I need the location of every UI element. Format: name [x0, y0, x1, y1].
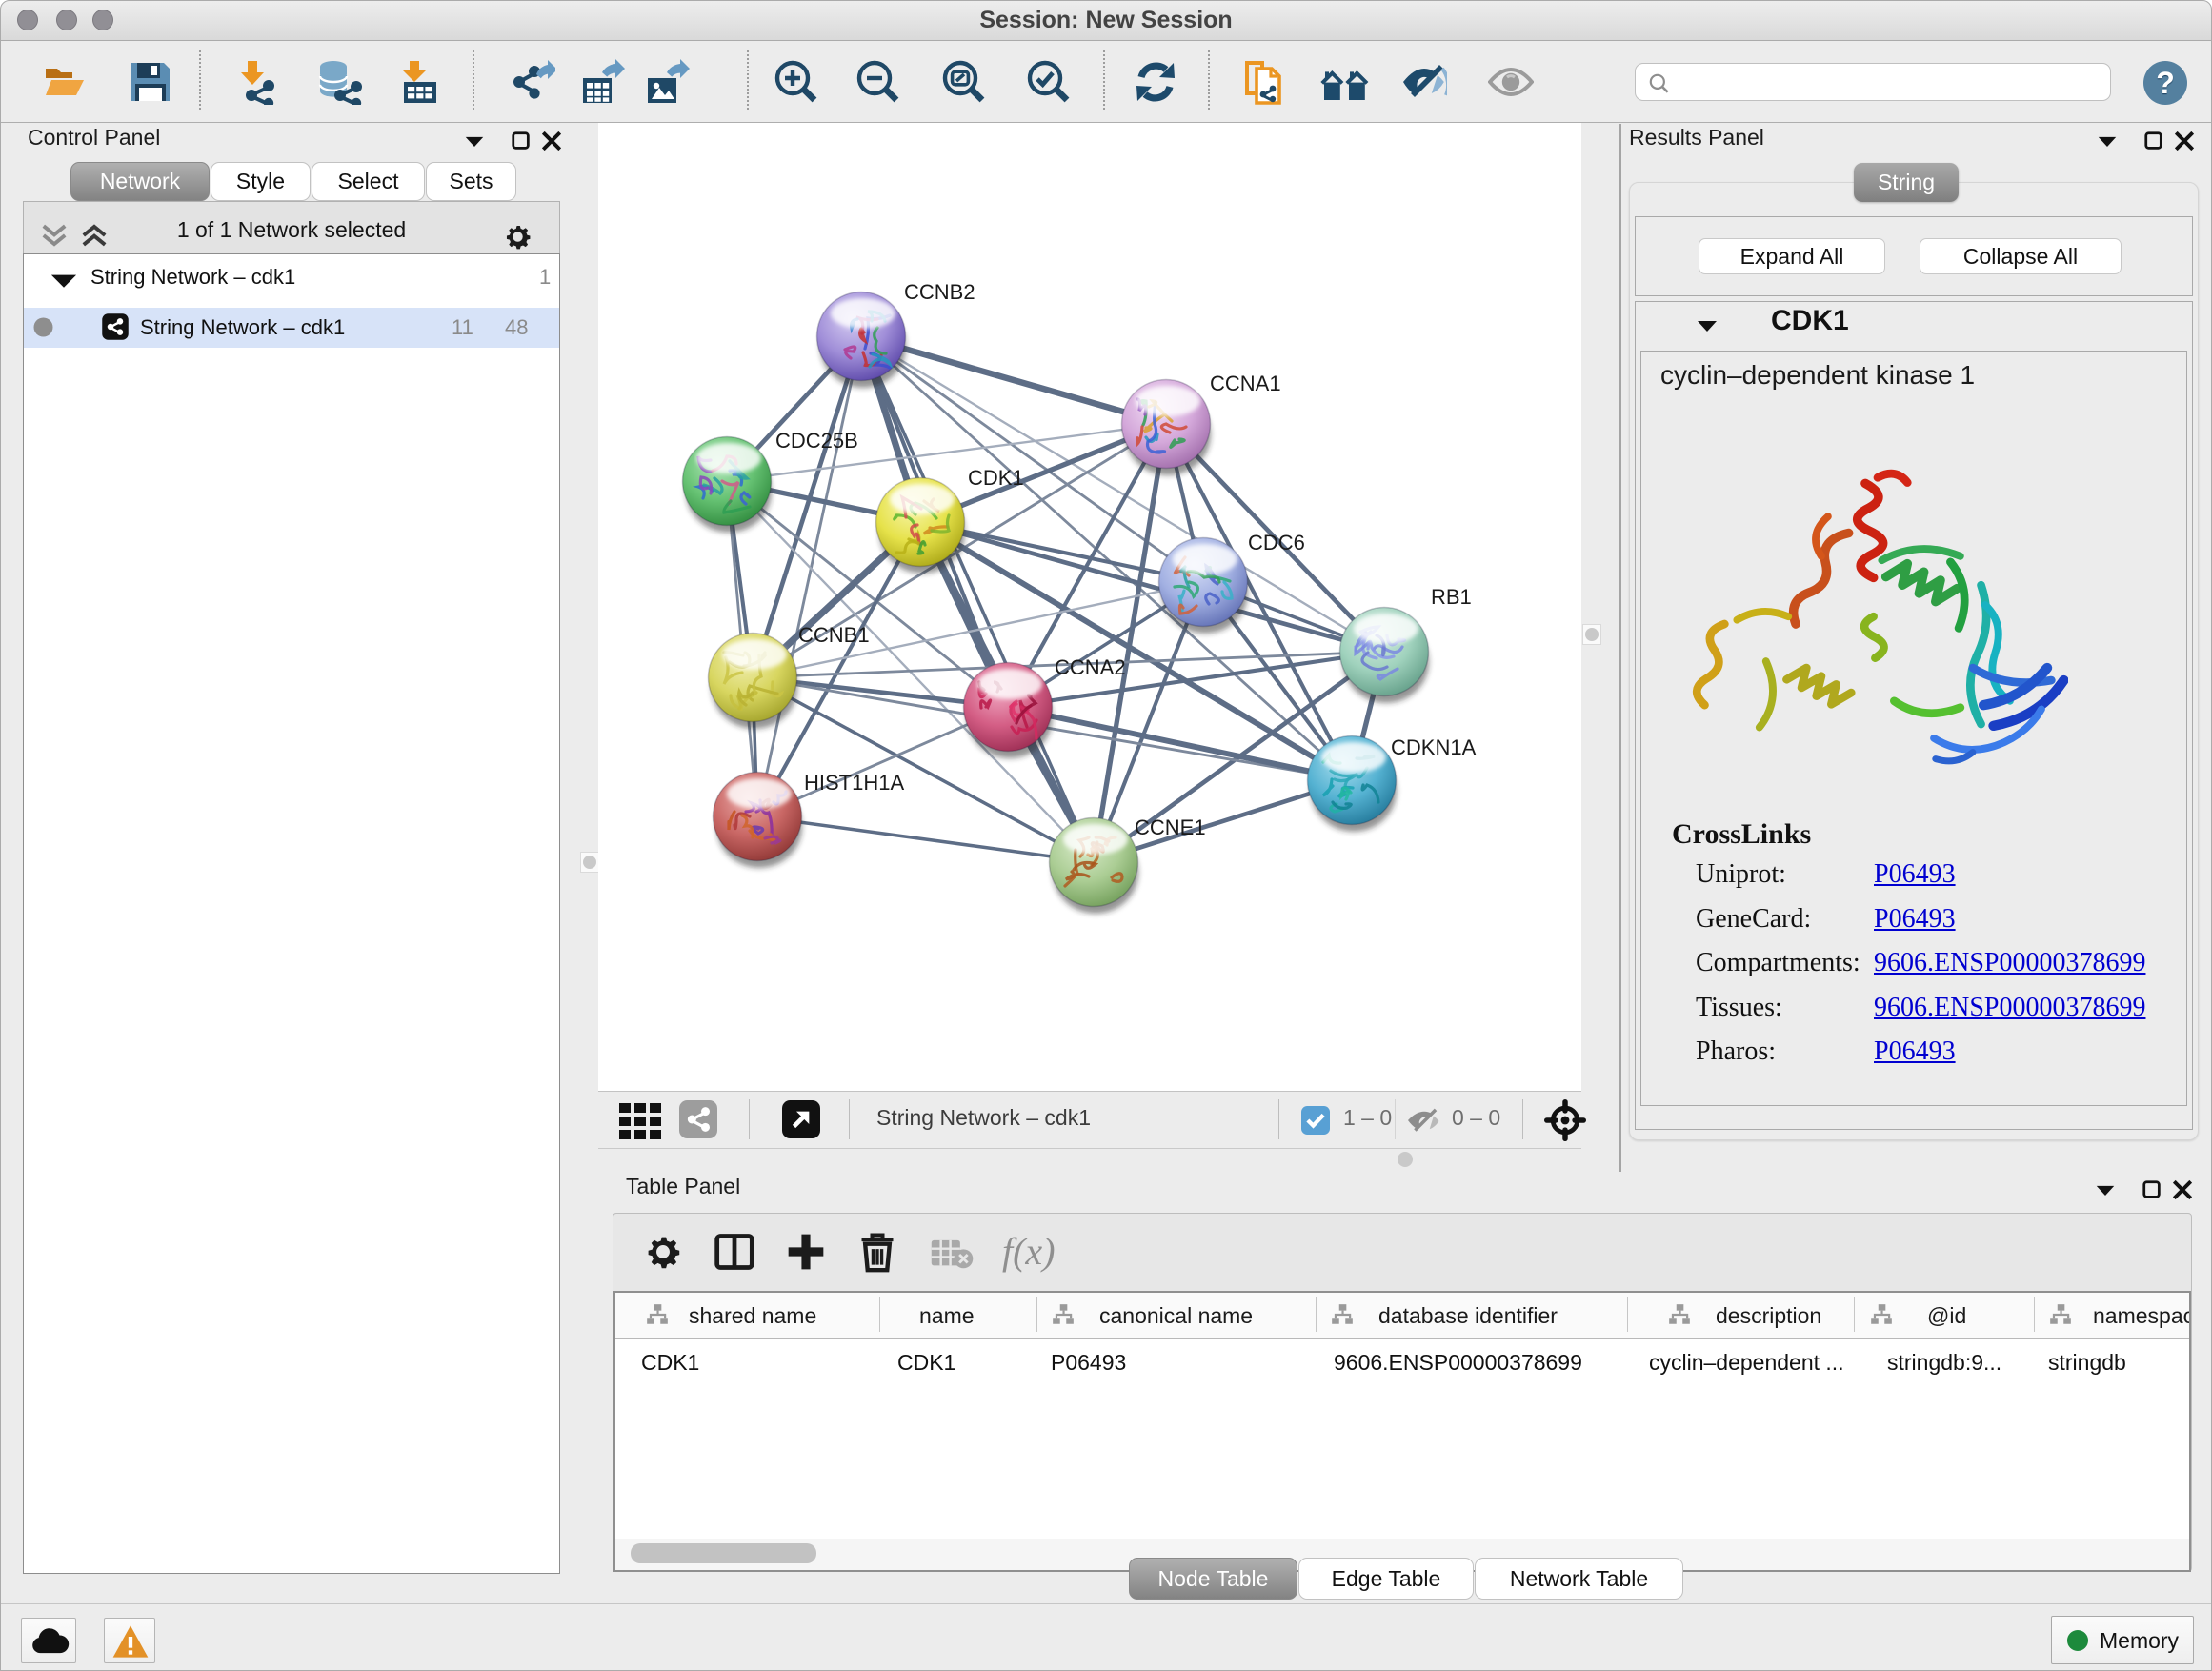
svg-text:CCNE1: CCNE1	[1135, 815, 1206, 839]
svg-text:CCNB2: CCNB2	[904, 280, 975, 304]
svg-text:HIST1H1A: HIST1H1A	[804, 771, 904, 795]
svg-text:CDC6: CDC6	[1248, 531, 1305, 554]
svg-text:CCNA1: CCNA1	[1210, 372, 1281, 395]
svg-text:CCNB1: CCNB1	[798, 623, 870, 647]
svg-text:CCNA2: CCNA2	[1055, 655, 1126, 679]
svg-text:CDKN1A: CDKN1A	[1391, 735, 1477, 759]
svg-text:RB1: RB1	[1431, 585, 1472, 609]
svg-text:CDK1: CDK1	[968, 466, 1024, 490]
svg-text:CDC25B: CDC25B	[775, 429, 858, 453]
